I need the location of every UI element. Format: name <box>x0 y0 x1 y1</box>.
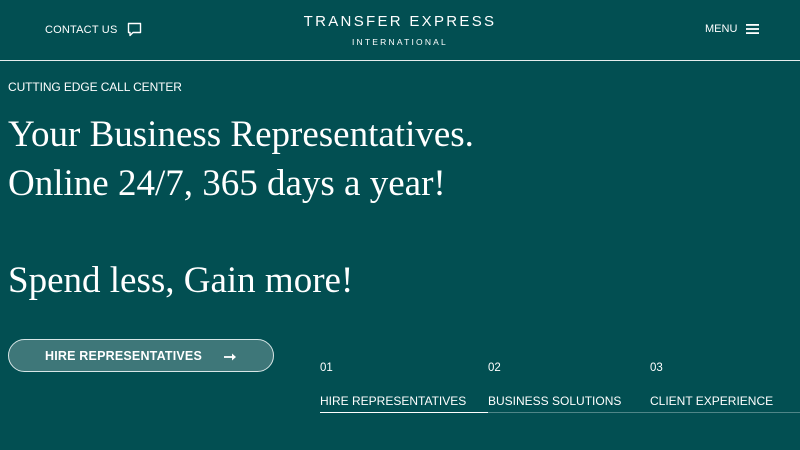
chat-bubble-icon <box>127 22 142 37</box>
brand-logo[interactable]: TRANSFER EXPRESS INTERNATIONAL <box>250 13 550 47</box>
hero-headline-line-1: Your Business Representatives. <box>8 114 474 155</box>
brand-title: TRANSFER EXPRESS <box>303 13 497 30</box>
step-number: 02 <box>488 362 501 374</box>
hero-eyebrow: CUTTING EDGE CALL CENTER <box>8 80 182 94</box>
step-label: BUSINESS SOLUTIONS <box>488 394 622 408</box>
hamburger-icon <box>746 23 760 35</box>
menu-label: MENU <box>705 23 738 35</box>
hero-headline-line-2: Online 24/7, 365 days a year! <box>8 163 446 204</box>
arrow-right-icon <box>224 351 237 361</box>
hire-representatives-label: HIRE REPRESENTATIVES <box>44 348 203 363</box>
step-number: 03 <box>650 362 663 374</box>
hero-headline-line-3: Spend less, Gain more! <box>8 260 354 301</box>
page: CONTACT US TRANSFER EXPRESS INTERNATIONA… <box>0 0 800 450</box>
hire-representatives-button[interactable]: HIRE REPRESENTATIVES <box>8 339 274 372</box>
step-label: HIRE REPRESENTATIVES <box>320 394 467 408</box>
contact-us-label: CONTACT US <box>45 23 118 36</box>
site-header: CONTACT US TRANSFER EXPRESS INTERNATIONA… <box>0 0 800 61</box>
step-tab-3[interactable]: 03 CLIENT EXPERIENCE <box>650 362 800 413</box>
step-tab-1[interactable]: 01 HIRE REPRESENTATIVES <box>320 362 488 413</box>
menu-button[interactable]: MENU <box>705 23 760 35</box>
step-label: CLIENT EXPERIENCE <box>650 394 774 408</box>
step-tab-2[interactable]: 02 BUSINESS SOLUTIONS <box>488 362 650 413</box>
contact-us-link[interactable]: CONTACT US <box>45 22 142 37</box>
step-number: 01 <box>320 362 333 374</box>
brand-subtitle: INTERNATIONAL <box>352 37 448 47</box>
